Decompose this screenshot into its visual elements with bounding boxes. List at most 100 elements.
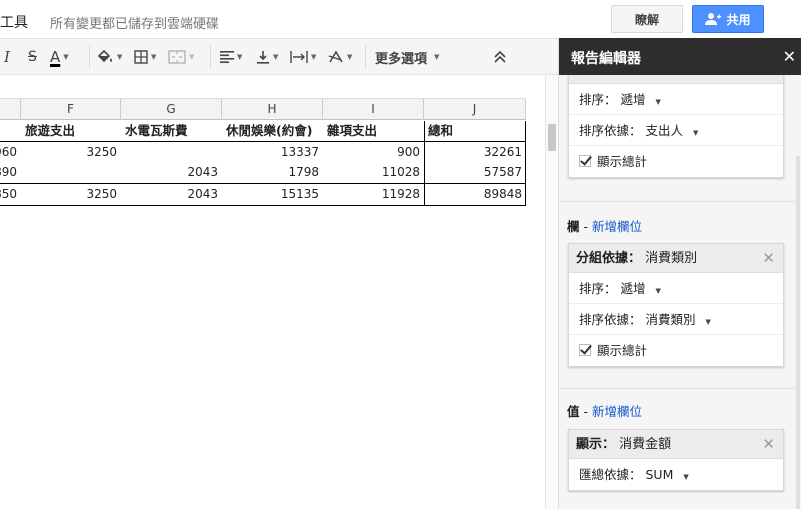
display-label: 顯示： [576, 437, 616, 452]
cell[interactable]: 1798 [222, 162, 323, 182]
summarize-by-value[interactable]: SUM [646, 467, 674, 482]
scrollbar-thumb[interactable] [548, 124, 556, 151]
sort-value[interactable]: 遞增 [621, 92, 646, 107]
show-totals-row[interactable]: 顯示總計 [569, 335, 783, 366]
fill-color-icon [97, 49, 112, 63]
cell[interactable]: 32261 [424, 142, 526, 162]
values-section-label: 值 - 新增欄位 [567, 404, 642, 419]
share-button[interactable]: 共用 [692, 5, 764, 33]
fill-color-button[interactable]: ▼ [96, 39, 122, 75]
column-header-g[interactable]: G [121, 99, 222, 120]
display-value: 消費金額 [619, 437, 672, 452]
dropdown-arrow-icon: ▼ [693, 129, 699, 137]
cell[interactable]: 11028 [323, 162, 424, 182]
cell[interactable]: 11928 [323, 184, 424, 204]
add-column-field-link[interactable]: 新增欄位 [592, 219, 642, 234]
table-border [525, 121, 526, 206]
dropdown-arrow-icon: ▼ [655, 98, 661, 106]
show-totals-checkbox[interactable] [579, 154, 591, 167]
cell[interactable]: 雜項支出 [323, 121, 424, 141]
chevron-down-icon: ▼ [347, 53, 353, 61]
table-row: 850 3250 2043 15135 11928 89848 [0, 184, 526, 204]
borders-button[interactable]: ▼ [134, 39, 156, 75]
column-header-partial[interactable] [0, 99, 21, 120]
cell[interactable]: 89848 [424, 184, 526, 204]
cell[interactable]: 2043 [121, 162, 222, 182]
remove-icon[interactable]: ✕ [762, 244, 775, 273]
cell[interactable]: 57587 [424, 162, 526, 182]
summarize-by-row[interactable]: 匯總依據： SUM ▼ [569, 459, 783, 490]
close-icon[interactable]: ✕ [783, 47, 796, 66]
sort-by-row[interactable]: 排序依據： 支出人 ▼ [569, 115, 783, 146]
column-header-h[interactable]: H [222, 99, 323, 120]
horizontal-align-button[interactable]: ▼ [220, 39, 242, 75]
cell[interactable]: 890 [0, 162, 21, 182]
column-headers: F G H I J [0, 98, 526, 120]
card-header: 顯示： 消費金額 ✕ [569, 430, 783, 459]
dropdown-arrow-icon: ▼ [705, 318, 711, 326]
cell[interactable]: 960 [0, 142, 21, 162]
save-status: 所有變更都已儲存到雲端硬碟 [50, 17, 220, 32]
strikethrough-button[interactable]: S [28, 39, 37, 75]
vertical-align-button[interactable]: ▼ [256, 39, 278, 75]
cell[interactable] [21, 162, 121, 182]
cell[interactable]: 旅遊支出 [21, 121, 121, 141]
valign-bottom-icon [257, 51, 269, 64]
chevron-down-icon: ▼ [151, 53, 157, 61]
chevron-down-icon: ▼ [63, 53, 69, 61]
chevron-down-icon: ▼ [311, 53, 317, 61]
understand-button[interactable]: 瞭解 [611, 5, 683, 33]
sort-order-row[interactable]: 排序： 遞增 ▼ [569, 273, 783, 304]
sort-by-row[interactable]: 排序依據： 消費類別 ▼ [569, 304, 783, 335]
show-totals-row[interactable]: 顯示總計 [569, 146, 783, 177]
sort-order-row[interactable]: 排序： 遞增 ▼ [569, 84, 783, 115]
more-options-label: 更多選項 [375, 51, 428, 67]
sort-by-value[interactable]: 支出人 [646, 123, 684, 138]
strikethrough-icon: S [28, 49, 37, 65]
cell[interactable]: 3250 [21, 142, 121, 162]
cell[interactable]: 2043 [121, 184, 222, 204]
cell[interactable]: 水電瓦斯費 [121, 121, 222, 141]
group-by-value: 消費類別 [645, 251, 698, 266]
cell[interactable]: 休閒娛樂(約會) [222, 121, 323, 141]
column-header-f[interactable]: F [21, 99, 121, 120]
cell[interactable]: 3250 [21, 184, 121, 204]
table-row: 890 2043 1798 11028 57587 [0, 162, 526, 182]
chevron-down-icon: ▼ [237, 53, 243, 61]
toolbar-divider [210, 45, 211, 69]
sort-by-value[interactable]: 消費類別 [646, 312, 696, 327]
text-wrap-button[interactable]: ▼ [290, 39, 316, 75]
text-rotate-button[interactable]: ▼ [328, 39, 352, 75]
column-header-i[interactable]: I [323, 99, 424, 120]
cell[interactable]: 13337 [222, 142, 323, 162]
cell[interactable]: 850 [0, 184, 21, 204]
panel-scrollbar[interactable] [796, 156, 800, 509]
sort-label: 排序： [579, 281, 617, 296]
menu-tools[interactable]: 工具 [0, 12, 28, 32]
cell[interactable]: 900 [323, 142, 424, 162]
cell[interactable]: 總和 [424, 121, 526, 141]
more-options-button[interactable]: 更多選項 ▼ [375, 39, 439, 75]
toolbar-divider [89, 45, 90, 69]
text-color-button[interactable]: A ▼ [50, 39, 69, 75]
table-border [424, 121, 425, 206]
add-value-field-link[interactable]: 新增欄位 [592, 404, 642, 419]
collapse-toolbar-button[interactable] [494, 39, 506, 75]
table-border [0, 183, 526, 184]
sort-value[interactable]: 遞增 [621, 281, 646, 296]
summarize-by-label: 匯總依據： [579, 467, 642, 482]
sort-by-label: 排序依據： [579, 312, 642, 327]
cell[interactable]: 15135 [222, 184, 323, 204]
cell[interactable] [121, 142, 222, 162]
merge-cells-button[interactable]: ▼ [168, 39, 194, 75]
italic-button[interactable]: I [4, 39, 10, 75]
top-bar: 工具 所有變更都已儲存到雲端硬碟 瞭解 共用 [0, 0, 801, 38]
remove-icon[interactable]: ✕ [762, 430, 775, 459]
text-rotate-icon [328, 50, 343, 63]
dropdown-arrow-icon: ▼ [683, 473, 689, 481]
text-color-icon: A [50, 48, 61, 66]
show-totals-checkbox[interactable] [579, 343, 591, 356]
share-button-label: 共用 [726, 12, 751, 27]
spreadsheet-grid[interactable]: F G H I J 旅遊支出 水電瓦斯費 休閒娛樂(約會) 雜項支出 總和 96… [0, 75, 545, 509]
column-header-j[interactable]: J [424, 99, 526, 120]
